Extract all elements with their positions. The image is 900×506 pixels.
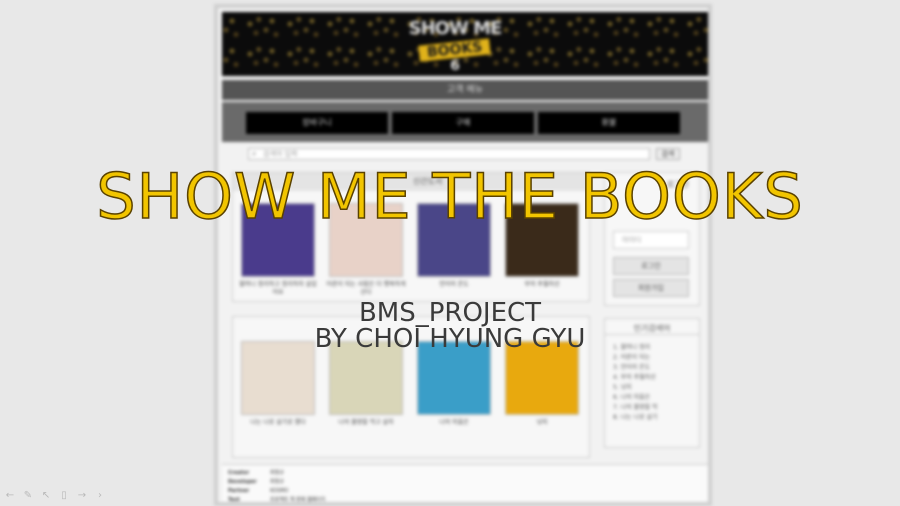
footer-row: Text 프로젝트 책 판매 웹페이지	[228, 496, 708, 503]
nav-purchase-button[interactable]: 구매	[392, 112, 534, 134]
nav-area: 장바구니 구매 환불	[222, 102, 708, 142]
ranking-item[interactable]: 5. 넛지	[613, 383, 699, 393]
subtitle-line2: BY CHOI HYUNG GYU	[314, 324, 586, 354]
ranking-item[interactable]: 2. 어른이 되는	[613, 353, 699, 363]
search-icon: ⌕	[252, 149, 257, 158]
signup-button[interactable]: 회원가입	[613, 279, 689, 297]
book-title: 어른이 되는 사람은 더 행복하게 산다	[326, 281, 406, 296]
book-title: 나의 불량을 먹고 살자	[338, 419, 394, 426]
footer-key: Creator	[228, 470, 250, 476]
blurred-webpage-screenshot: SHOW ME BOOKS 6 고객 메뉴 장바구니 구매 환불 ⌕ 검색어 입…	[214, 4, 712, 506]
slides-icon[interactable]: ▯	[58, 490, 70, 502]
arrow-right-icon[interactable]: →	[76, 490, 88, 502]
subtitle-line1: BMS_PROJECT	[358, 298, 542, 328]
book-cover	[241, 341, 315, 415]
slideshow-toolbar: ← ✎ ↖ ▯ → ›	[4, 490, 106, 502]
slide-subtitle: BMS_PROJECT BY CHOI HYUNG GYU	[0, 300, 900, 352]
slide-title: SHOW ME THE BOOKS	[95, 159, 804, 234]
search-input[interactable]: ⌕ 검색어 입력	[248, 148, 650, 160]
footer-key: Developer	[228, 479, 257, 485]
ranking-item[interactable]: 8. 나는 나로 살기	[613, 413, 699, 423]
pen-icon[interactable]: ✎	[22, 490, 34, 502]
site-banner: SHOW ME BOOKS 6	[222, 12, 708, 76]
book-title: 부의 추월차선	[524, 281, 560, 288]
site-logo: SHOW ME BOOKS 6	[400, 18, 510, 74]
footer-row: Creator 최형규	[228, 469, 708, 478]
search-row: ⌕ 검색어 입력 검색	[248, 148, 680, 160]
ranking-item[interactable]: 7. 나의 불량을 먹	[613, 403, 699, 413]
login-button[interactable]: 로그인	[613, 257, 689, 275]
ranking-item[interactable]: 6. 나의 미움은	[613, 393, 699, 403]
footer-row: Partner KOSMO	[228, 487, 708, 496]
nav-cart-button[interactable]: 장바구니	[246, 112, 388, 134]
footer-value: KOSMO	[270, 488, 289, 494]
book-title: 나는 나로 살기로 했다	[250, 419, 306, 426]
search-button[interactable]: 검색	[656, 148, 680, 160]
logo-line1: SHOW ME	[408, 18, 503, 39]
search-placeholder: 검색어 입력	[263, 150, 298, 158]
ranking-item[interactable]: 4. 부의 추월차선	[613, 373, 699, 383]
logo-line3: 6	[450, 58, 460, 74]
footer-key: Text	[228, 497, 240, 503]
footer-key: Partner	[228, 488, 250, 494]
footer-value: 최형규	[270, 470, 284, 476]
id-field[interactable]: 아이디	[613, 231, 689, 249]
more-icon[interactable]: ›	[94, 490, 106, 502]
book-title: 할머니 정리하고 정리하자 살았어요	[239, 281, 317, 296]
footer-row: Developer 최형규	[228, 478, 708, 487]
footer-value: 최형규	[270, 479, 284, 485]
ranking-item[interactable]: 3. 언어의 온도	[613, 363, 699, 373]
arrow-left-icon[interactable]: ←	[4, 490, 16, 502]
book-title: 나의 미움은	[439, 419, 469, 426]
customer-menu-title: 고객 메뉴	[222, 80, 708, 100]
book-title: 넛지	[536, 419, 548, 426]
pointer-icon[interactable]: ↖	[40, 490, 52, 502]
footer-value: 프로젝트 책 판매 웹페이지	[270, 497, 326, 503]
site-footer: Creator 최형규 Developer 최형규 Partner KOSMO Tex…	[222, 464, 708, 503]
book-title: 언어의 온도	[439, 281, 469, 288]
nav-refund-button[interactable]: 환불	[538, 112, 680, 134]
book-card[interactable]: 나는 나로 살기로 했다	[237, 341, 319, 427]
